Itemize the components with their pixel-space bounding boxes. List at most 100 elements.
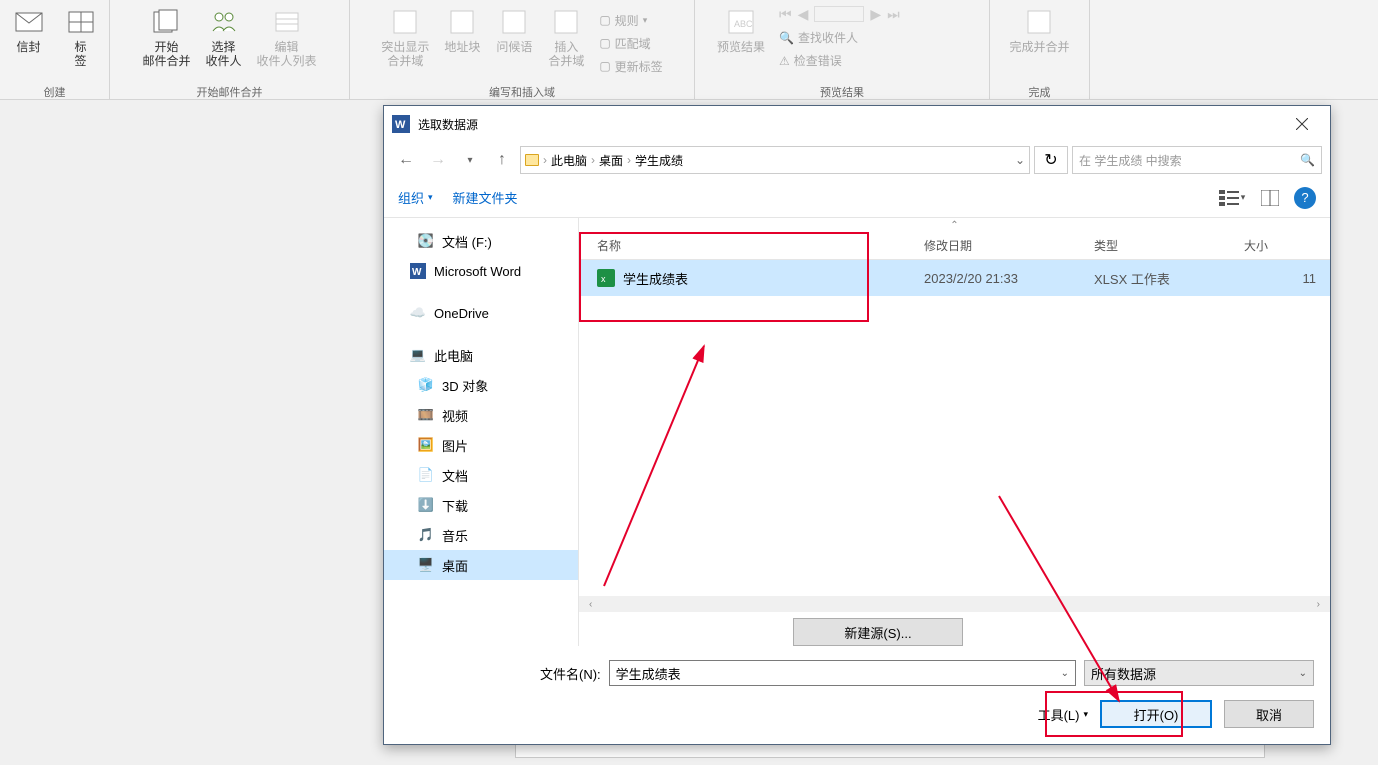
address-icon [446, 6, 478, 38]
up-button[interactable]: ↑ [488, 146, 516, 174]
open-button[interactable]: 打开(O) [1100, 700, 1212, 728]
address-bar[interactable]: › 此电脑 › 桌面 › 学生成绩 ⌄ [520, 146, 1030, 174]
cancel-button[interactable]: 取消 [1224, 700, 1314, 728]
forward-button[interactable]: → [424, 146, 452, 174]
ribbon-group-create: 信封 标 签 创建 [0, 0, 110, 99]
video-icon: 🎞️ [418, 407, 434, 423]
recent-button[interactable]: ▾ [456, 146, 484, 174]
ribbon-match: ▢匹配域 [593, 33, 668, 54]
nav-item-disk[interactable]: 💽文档 (F:) [384, 226, 578, 256]
nav-item-label: 此电脑 [434, 346, 473, 365]
insert-field-icon [550, 6, 582, 38]
col-name[interactable]: 名称 [579, 237, 924, 254]
ribbon-group-preview: ABC 预览结果 ⏮ ◀ ▶ ⏭ 🔍查找收件人 ⚠检查错误 预览结果 [695, 0, 990, 99]
new-folder-button[interactable]: 新建文件夹 [453, 188, 518, 207]
nav-item-documents[interactable]: 📄 文档 [384, 460, 578, 490]
refresh-button[interactable]: ↻ [1034, 146, 1068, 174]
cloud-icon: ☁️ [410, 305, 426, 321]
ribbon-select-recipients[interactable]: 选择 收件人 [199, 4, 249, 82]
chevron-down-icon[interactable]: ⌄ [1061, 668, 1069, 679]
select-recipients-icon [208, 6, 240, 38]
toolbar-row: 组织▾ 新建文件夹 ▾ ? [384, 178, 1330, 218]
edit-recipients-icon [271, 6, 303, 38]
ribbon-labels[interactable]: 标 签 [56, 4, 106, 82]
help-button[interactable]: ? [1294, 187, 1316, 209]
prev-record-icon: ◀ [798, 6, 809, 23]
ribbon-envelope[interactable]: 信封 [4, 4, 54, 82]
ribbon-group-mailmerge-label: 开始邮件合并 [197, 82, 263, 102]
start-merge-icon [150, 6, 182, 38]
nav-item-label: 视频 [442, 406, 468, 425]
nav-item-desktop[interactable]: 🖥️桌面 [384, 550, 578, 580]
disk-icon: 💽 [418, 233, 434, 249]
close-icon [1296, 118, 1308, 130]
tools-dropdown[interactable]: 工具(L)▾ [1038, 705, 1088, 724]
col-date[interactable]: 修改日期 [924, 237, 1094, 254]
nav-item-video[interactable]: 🎞️ 视频 [384, 400, 578, 430]
ribbon-edit-recipients: 编辑 收件人列表 [251, 4, 323, 82]
breadcrumb-1[interactable]: 桌面 [599, 152, 623, 169]
next-record-icon: ▶ [870, 6, 881, 23]
search-input[interactable]: 在 学生成绩 中搜索 🔍 [1072, 146, 1322, 174]
file-date: 2023/2/20 21:33 [924, 271, 1094, 286]
organize-button[interactable]: 组织▾ [398, 188, 433, 207]
breadcrumb-2[interactable]: 学生成绩 [635, 152, 683, 169]
nav-item-downloads[interactable]: ⬇️下载 [384, 490, 578, 520]
back-button[interactable]: ← [392, 146, 420, 174]
nav-item-word[interactable]: WMicrosoft Word [384, 256, 578, 286]
nav-item-3d[interactable]: 🧊 3D 对象 [384, 370, 578, 400]
record-input [814, 6, 864, 22]
ribbon-update-labels: ▢更新标签 [593, 56, 668, 77]
ribbon-find-recipient-label: 查找收件人 [798, 29, 858, 46]
ribbon-envelope-label: 信封 [16, 40, 40, 54]
col-size[interactable]: 大小 [1244, 237, 1330, 254]
picture-icon: 🖼️ [418, 437, 434, 453]
ribbon-address-block: 地址块 [437, 4, 487, 82]
dialog-titlebar: W 选取数据源 [384, 106, 1330, 142]
col-type[interactable]: 类型 [1094, 237, 1244, 254]
doc-icon: 📄 [418, 467, 434, 483]
close-button[interactable] [1282, 109, 1322, 139]
labels-icon [65, 6, 97, 38]
nav-item-label: OneDrive [434, 306, 489, 321]
ribbon-labels-label: 标 签 [74, 40, 86, 69]
nav-item-label: 文档 [442, 466, 468, 485]
ribbon-finish-label: 完成并合并 [1009, 40, 1069, 54]
first-record-icon: ⏮ [779, 6, 792, 23]
bc-sep-icon: › [543, 153, 547, 167]
ribbon-select-recipients-label: 选择 收件人 [205, 40, 241, 69]
nav-item-label: 图片 [442, 436, 468, 455]
svg-text:W: W [412, 267, 422, 278]
collapse-chevron-icon[interactable]: ⌃ [579, 218, 1330, 232]
file-row[interactable]: x 学生成绩表 2023/2/20 21:33 XLSX 工作表 11 [579, 260, 1330, 296]
highlight-icon [389, 6, 421, 38]
nav-item-onedrive[interactable]: ☁️ OneDrive [384, 298, 578, 328]
horizontal-scrollbar[interactable]: ‹› [579, 596, 1330, 612]
ribbon-start-merge[interactable]: 开始 邮件合并 [136, 4, 196, 82]
ribbon-rules: ▢规则▾ [593, 10, 668, 31]
ribbon-group-fields-label: 编写和插入域 [489, 82, 555, 102]
ribbon-finish-merge: 完成并合并 [1003, 4, 1075, 82]
finish-icon [1023, 6, 1055, 38]
breadcrumb-0[interactable]: 此电脑 [551, 152, 587, 169]
greeting-icon [498, 6, 530, 38]
nav-item-music[interactable]: 🎵音乐 [384, 520, 578, 550]
nav-row: ← → ▾ ↑ › 此电脑 › 桌面 › 学生成绩 ⌄ ↻ 在 学生成绩 中搜索… [384, 142, 1330, 178]
filetype-select[interactable]: 所有数据源 ⌄ [1084, 660, 1314, 686]
ribbon-check-errors: ⚠检查错误 [773, 50, 973, 71]
new-source-button[interactable]: 新建源(S)... [793, 618, 963, 646]
svg-text:W: W [395, 119, 406, 131]
nav-item-pictures[interactable]: 🖼️ 图片 [384, 430, 578, 460]
cube-icon: 🧊 [418, 377, 434, 393]
filename-input[interactable]: 学生成绩表 ⌄ [609, 660, 1076, 686]
search-placeholder: 在 学生成绩 中搜索 [1079, 152, 1182, 169]
address-dropdown-icon[interactable]: ⌄ [1015, 153, 1025, 167]
preview-pane-button[interactable] [1256, 184, 1284, 212]
view-mode-button[interactable]: ▾ [1218, 184, 1246, 212]
nav-item-pc[interactable]: 💻此电脑 [384, 340, 578, 370]
search-icon: 🔍 [1300, 153, 1315, 167]
ribbon-group-finish: 完成并合并 完成 [990, 0, 1090, 99]
nav-item-label: 3D 对象 [442, 376, 488, 395]
filename-label: 文件名(N): [540, 664, 601, 683]
ribbon-insert-field: 插入 合并域 [541, 4, 591, 82]
